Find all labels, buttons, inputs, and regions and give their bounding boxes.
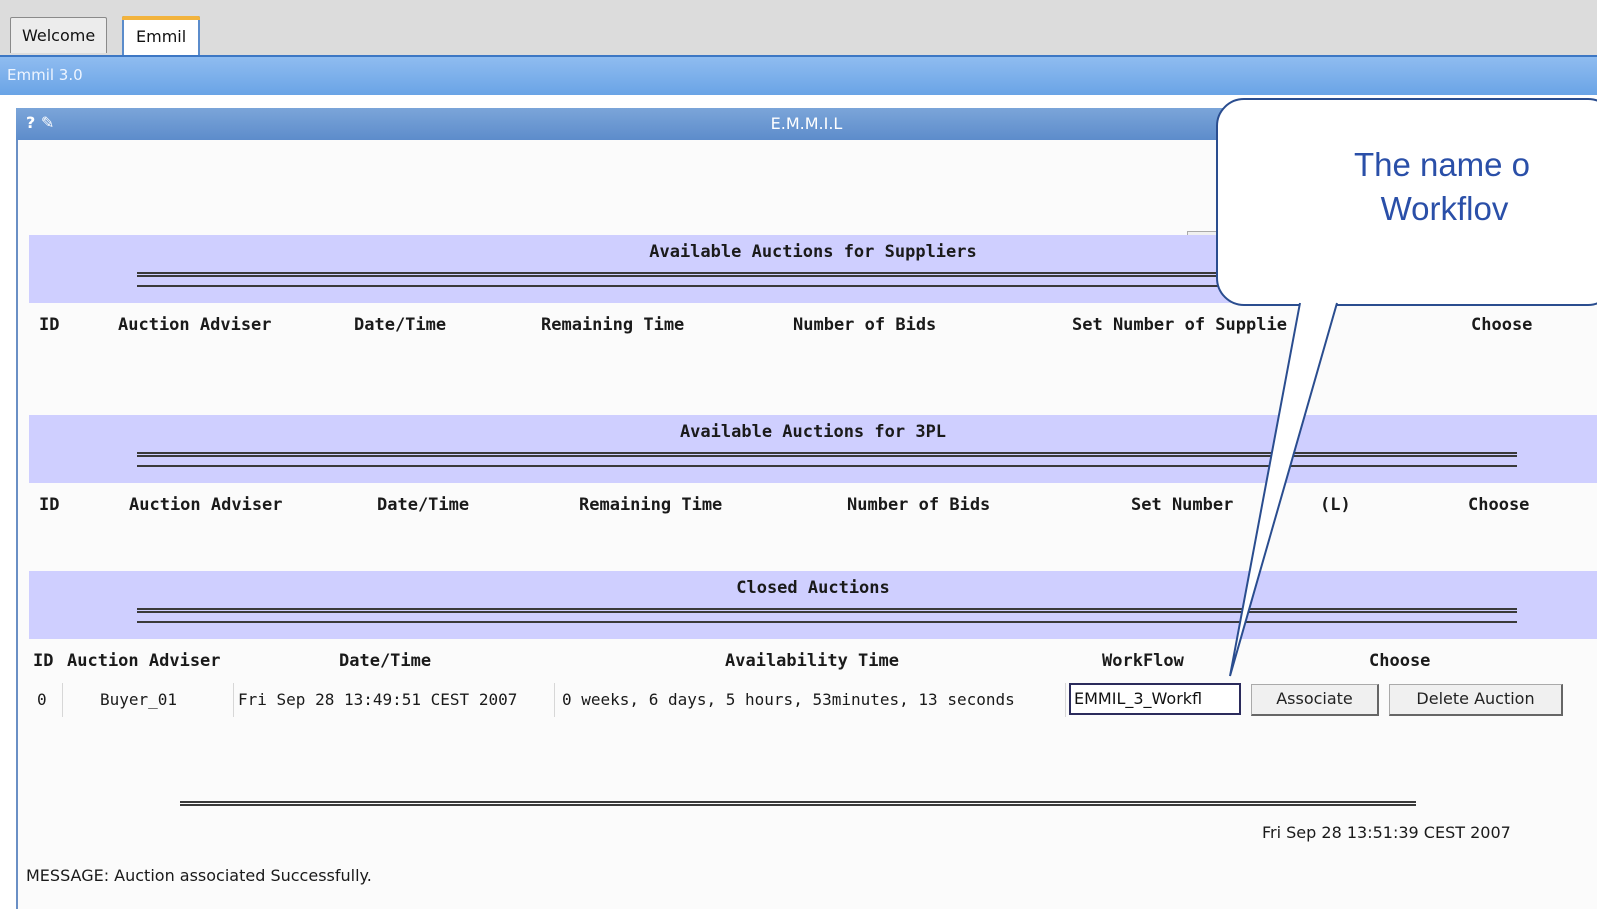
callout-pointer bbox=[1229, 302, 1338, 677]
callout-line-1: The name o bbox=[1353, 146, 1531, 183]
callout-line-2: Workflov bbox=[1380, 190, 1509, 227]
callout-text: The name o Workflov bbox=[1262, 143, 1597, 231]
